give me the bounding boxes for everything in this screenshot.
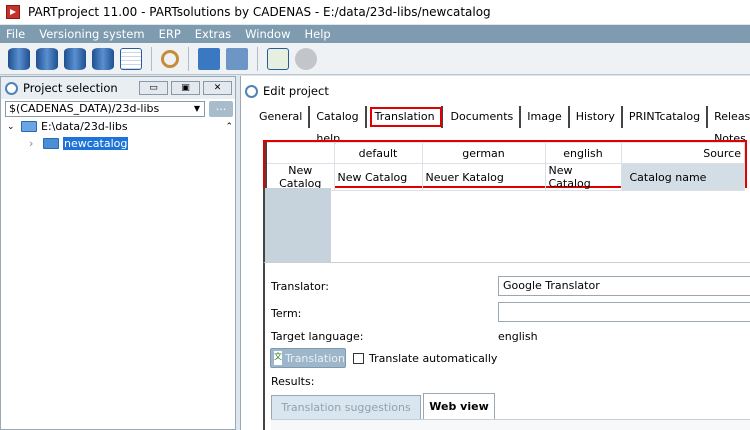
window-title: PARTproject 11.00 - PARTsolutions by CAD… [28,5,491,19]
term-input[interactable] [498,302,750,322]
menu-window[interactable]: Window [239,27,298,41]
tab-image[interactable]: Image [521,106,570,128]
panel-icon [245,84,258,98]
minimize-button[interactable]: ▭ [139,81,168,95]
database-help-icon[interactable] [92,47,114,70]
toolbar-separator [257,46,258,71]
menu-erp[interactable]: ERP [153,27,189,41]
menu-bar: File Versioning system ERP Extras Window… [0,25,750,43]
table-cell[interactable]: New Catalog [544,163,622,191]
web-view-content [271,419,750,430]
translate-auto-checkbox[interactable] [353,353,364,364]
tab-translation-suggestions[interactable]: Translation suggestions [271,395,421,419]
button-label: Translation [285,351,345,365]
chevron-right-icon[interactable]: › [29,137,43,150]
project-selection-panel: Project selection ▭ ▣ ✕ $(CADENAS_DATA)/… [0,76,236,430]
toolbar-separator [151,46,152,71]
translation-table: default german english Source New Catalo… [263,140,747,191]
maximize-button[interactable]: ▣ [171,81,200,95]
database-users-icon[interactable] [36,47,58,70]
menu-versioning[interactable]: Versioning system [33,27,152,41]
tab-release-notes[interactable]: Release Notes [708,106,750,145]
tab-translation[interactable]: Translation [368,106,443,128]
panel-title: Edit project [263,84,329,98]
target-language-value: english [498,330,538,343]
scroll-up-icon[interactable]: ⌃ [225,122,233,132]
column-header[interactable]: Source [620,142,745,164]
menu-file[interactable]: File [0,27,33,41]
column-header[interactable]: german [421,142,546,164]
corner-cell [265,142,335,164]
save-icon[interactable] [198,47,220,70]
row-header[interactable]: New Catalog [265,163,335,191]
menu-extras[interactable]: Extras [189,27,239,41]
translation-button[interactable]: 文 Translation [270,348,346,368]
chevron-down-icon[interactable]: ⌄ [7,122,21,132]
results-label: Results: [271,375,315,388]
globe-icon[interactable] [295,47,317,70]
tab-catalog-help[interactable]: Catalog help [310,106,367,145]
tree-item-root[interactable]: ⌄ E:\data/23d-libs ⌃ [7,118,233,135]
tab-documents[interactable]: Documents [444,106,522,128]
table-cell[interactable]: Catalog name [620,163,745,191]
target-language-label: Target language: [271,330,364,343]
open-folder-icon [21,121,37,132]
table-icon[interactable] [120,47,142,70]
database-key-icon[interactable] [8,47,30,70]
panel-icon [5,81,18,95]
chevron-down-icon[interactable]: ▼ [194,102,200,116]
tab-web-view[interactable]: Web view [423,393,495,419]
row-header-column [263,188,331,262]
tab-history[interactable]: History [569,106,623,128]
toolbar-separator [188,46,189,71]
menu-help[interactable]: Help [298,27,338,41]
database-icon[interactable] [64,47,86,70]
tab-bar: General Catalog help Translation Documen… [253,106,750,145]
translate-auto-label: Translate automatically [369,352,498,365]
translate-icon: 文 [274,351,283,365]
browse-button[interactable]: ... [209,101,233,117]
search-term-icon[interactable] [161,49,179,68]
folder-icon [43,138,59,149]
tree-item-newcatalog[interactable]: › newcatalog [7,135,233,152]
term-label: Term: [271,307,302,320]
table-cell[interactable]: Neuer Katalog [421,163,546,191]
close-button[interactable]: ✕ [203,81,232,95]
table-row: New Catalog New Catalog Neuer Katalog Ne… [265,163,745,191]
path-combobox[interactable]: $(CADENAS_DATA)/23d-libs ▼ [5,101,205,117]
panel-header: Project selection ▭ ▣ ✕ [1,77,235,99]
path-value: $(CADENAS_DATA)/23d-libs [9,102,160,115]
tree-label: E:\data/23d-libs [41,120,128,133]
translator-label: Translator: [271,280,329,293]
app-icon [6,5,20,19]
column-header[interactable]: english [544,142,622,164]
table-header-row: default german english Source [265,142,745,164]
tab-general[interactable]: General [253,106,311,128]
panel-title: Project selection [23,81,118,95]
table-cell[interactable]: New Catalog [333,163,423,191]
save-all-icon[interactable] [226,47,248,70]
refresh-window-icon[interactable] [267,47,289,70]
toolbar [0,43,750,75]
tab-printcatalog[interactable]: PRINTcatalog [622,106,709,128]
tree-label: newcatalog [63,137,129,150]
column-header[interactable]: default [333,142,423,164]
title-bar: PARTproject 11.00 - PARTsolutions by CAD… [0,0,750,24]
translator-select[interactable]: Google Translator [498,276,750,296]
panel-header: Edit project [241,80,750,102]
edit-project-panel: Edit project General Catalog help Transl… [240,76,750,430]
